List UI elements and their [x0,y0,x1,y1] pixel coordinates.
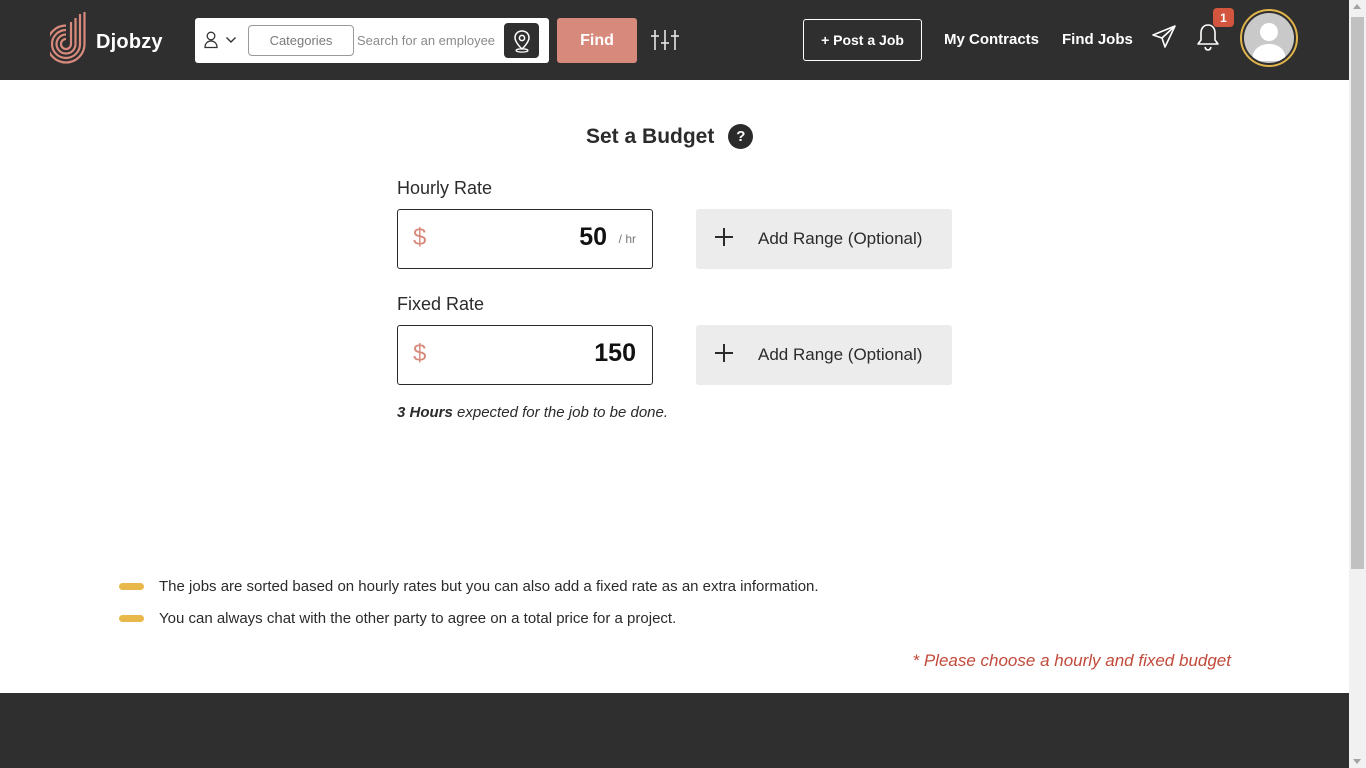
user-type-select[interactable] [203,28,239,52]
budget-title-row: Set a Budget ? [586,124,754,149]
info-bullet [119,615,144,622]
search-input[interactable] [357,27,502,54]
hourly-unit: / hr [618,232,636,246]
location-button[interactable] [504,23,539,58]
scrollbar[interactable] [1349,0,1366,768]
filter-sliders-icon[interactable] [650,28,680,52]
nav-find-jobs[interactable]: Find Jobs [1062,31,1133,48]
info-item: The jobs are sorted based on hourly rate… [119,578,819,595]
nav-my-contracts[interactable]: My Contracts [944,31,1039,48]
help-icon[interactable]: ? [728,124,754,149]
plus-icon [714,343,734,363]
page-title: Set a Budget [586,124,715,148]
add-range-label: Add Range (Optional) [758,229,923,248]
currency-symbol: $ [413,340,427,367]
search-bar: Categories [195,18,549,63]
logo-text: Djobzy [96,30,163,53]
hourly-rate-input[interactable]: $ 50 / hr [397,209,653,269]
location-pin-icon [513,29,530,53]
top-navbar: Djobzy Categories Find [0,0,1349,80]
notification-badge: 1 [1213,8,1234,27]
hourly-rate-value: 50 [579,223,607,251]
budget-warning: * Please choose a hourly and fixed budge… [912,651,1231,670]
logo-icon [50,12,86,64]
fixed-add-range-button[interactable]: Add Range (Optional) [696,325,952,385]
scroll-up-icon[interactable] [1353,4,1361,9]
fixed-rate-input[interactable]: $ 150 [397,325,653,385]
find-button[interactable]: Find [557,18,637,63]
avatar[interactable] [1240,9,1298,67]
plus-icon [714,227,734,247]
user-icon [204,31,218,49]
hours-text: expected for the job to be done. [452,404,669,421]
categories-button[interactable]: Categories [248,25,354,56]
info-bullet [119,583,144,590]
scroll-down-icon[interactable] [1353,759,1361,764]
info-text: The jobs are sorted based on hourly rate… [159,578,819,595]
hourly-rate-label: Hourly Rate [397,178,493,198]
avatar-icon [1244,13,1294,63]
hourly-add-range-button[interactable]: Add Range (Optional) [696,209,952,269]
logo[interactable]: Djobzy [50,10,180,66]
hours-count: 3 Hours [397,404,453,421]
fixed-rate-label: Fixed Rate [397,294,485,314]
fixed-rate-value: 150 [594,339,636,367]
chevron-down-icon [226,37,236,43]
add-range-label: Add Range (Optional) [758,345,923,364]
send-icon[interactable] [1151,24,1177,50]
post-job-button[interactable]: + Post a Job [803,19,922,61]
currency-symbol: $ [413,224,427,251]
info-text: You can always chat with the other party… [159,610,677,627]
hours-note: 3 Hours expected for the job to be done. [397,404,668,421]
info-item: You can always chat with the other party… [119,610,676,627]
scroll-thumb[interactable] [1351,17,1364,569]
footer [0,693,1349,768]
